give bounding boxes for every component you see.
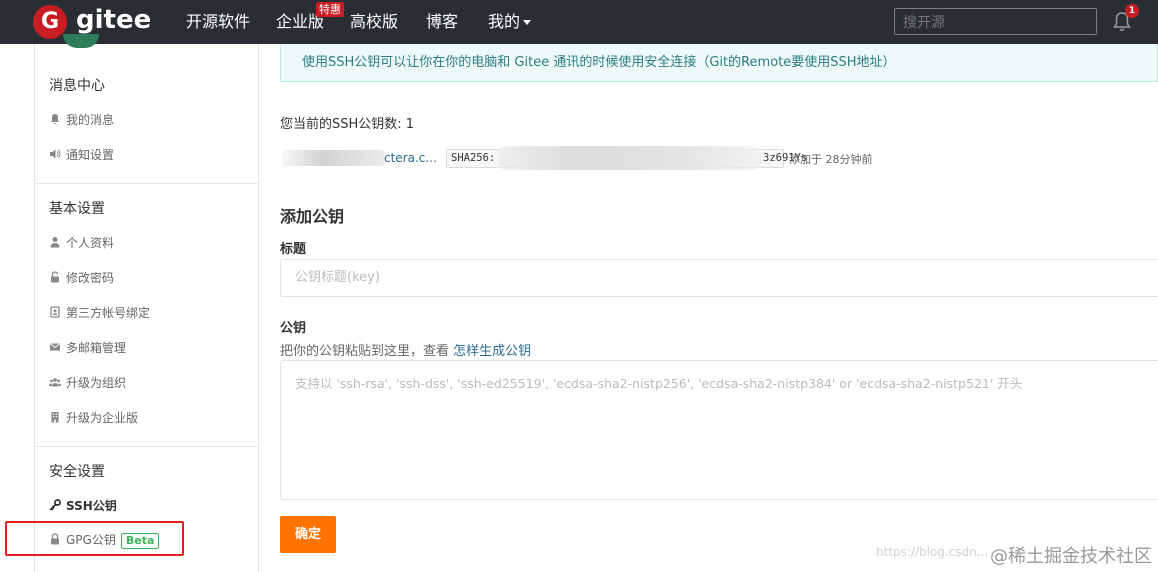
- divider: [35, 446, 258, 447]
- search-input[interactable]: [894, 8, 1097, 35]
- nav-mine[interactable]: 我的: [488, 11, 532, 33]
- sidebar-item-label: SSH公钥: [66, 499, 117, 513]
- sidebar-item-notification-settings[interactable]: 通知设置: [49, 147, 114, 163]
- sidebar-item-label: 升级为企业版: [66, 411, 139, 425]
- fingerprint-prefix: SHA256:: [451, 152, 496, 164]
- section-title-basic: 基本设置: [49, 201, 105, 217]
- sidebar-item-label: 修改密码: [66, 271, 115, 285]
- submit-button[interactable]: 确定: [280, 516, 336, 553]
- how-to-generate-key-link[interactable]: 怎样生成公钥: [453, 344, 531, 359]
- add-key-heading: 添加公钥: [280, 207, 345, 226]
- building-icon: [51, 412, 59, 423]
- volume-icon: [50, 149, 61, 159]
- id-card-icon: [50, 306, 60, 318]
- key-added-time: 添加于 28分钟前: [789, 153, 873, 166]
- divider: [35, 183, 258, 184]
- sidebar-item-change-password[interactable]: 修改密码: [49, 270, 114, 286]
- watermark-url: https://blog.csdn...: [876, 545, 989, 559]
- key-icon: [49, 499, 61, 511]
- notification-count-badge: 1: [1125, 4, 1139, 18]
- watermark-text: @稀土掘金技术社区: [990, 546, 1152, 567]
- sidebar-item-email[interactable]: 多邮箱管理: [49, 340, 126, 356]
- nav-opensource[interactable]: 开源软件: [186, 11, 250, 33]
- section-title-security: 安全设置: [49, 464, 105, 480]
- key-label: 公钥: [280, 321, 307, 336]
- top-nav-bar: G gitee 开源软件 企业版 特惠 高校版 博客 我的 1: [0, 0, 1158, 44]
- ssh-key-count: 您当前的SSH公钥数: 1: [280, 117, 415, 132]
- nav-university[interactable]: 高校版: [350, 11, 398, 33]
- bell-icon: [51, 114, 59, 125]
- avatar[interactable]: [63, 34, 99, 48]
- group-icon: [49, 378, 61, 387]
- nav-blog[interactable]: 博客: [426, 11, 458, 33]
- sidebar-item-label: 第三方帐号绑定: [66, 306, 151, 320]
- ssh-info-message: 使用SSH公钥可以让你在你的电脑和 Gitee 通讯的时候使用安全连接（Git的…: [280, 44, 1158, 82]
- envelope-icon: [49, 343, 61, 351]
- section-title-messages: 消息中心: [49, 78, 105, 94]
- caret-down-icon: [523, 20, 532, 25]
- sidebar-item-ssh-keys[interactable]: SSH公钥: [49, 498, 117, 514]
- title-label: 标题: [280, 242, 307, 257]
- lock-icon: [51, 271, 59, 283]
- highlight-annotation-box: [5, 521, 184, 556]
- sidebar-item-label: 个人资料: [66, 236, 115, 250]
- sidebar-item-label: 我的消息: [66, 113, 115, 127]
- key-hint-text: 把你的公钥粘贴到这里，查看: [280, 344, 454, 359]
- sidebar-item-label: 多邮箱管理: [66, 341, 127, 355]
- sidebar-item-upgrade-enterprise[interactable]: 升级为企业版: [49, 410, 138, 426]
- sidebar-item-label: 升级为组织: [66, 376, 127, 390]
- sidebar-item-profile[interactable]: 个人资料: [49, 235, 114, 251]
- key-title-input[interactable]: 公钥标题(key): [280, 259, 1158, 297]
- nav-mine-label: 我的: [488, 12, 521, 31]
- sidebar-item-upgrade-org[interactable]: 升级为组织: [49, 375, 126, 391]
- special-offer-badge: 特惠: [316, 2, 344, 17]
- logo-text[interactable]: gitee: [76, 3, 151, 37]
- ssh-key-name-link[interactable]: ctera.c...: [384, 151, 437, 165]
- sidebar-item-label: 通知设置: [66, 148, 115, 162]
- gitee-logo-icon[interactable]: G: [33, 5, 67, 39]
- user-icon: [50, 237, 60, 248]
- sidebar-item-third-party[interactable]: 第三方帐号绑定: [49, 305, 150, 321]
- redacted-key-name: [282, 150, 384, 166]
- public-key-textarea[interactable]: 支持以 'ssh-rsa', 'ssh-dss', 'ssh-ed25519',…: [280, 360, 1158, 500]
- key-hint: 把你的公钥粘贴到这里，查看 怎样生成公钥: [280, 340, 531, 359]
- redacted-fingerprint: [498, 146, 762, 170]
- sidebar-item-my-messages[interactable]: 我的消息: [49, 112, 114, 128]
- settings-sidebar: 消息中心 我的消息 通知设置 基本设置 个人资料 修改密码 第三方帐号绑定 多邮…: [34, 34, 259, 572]
